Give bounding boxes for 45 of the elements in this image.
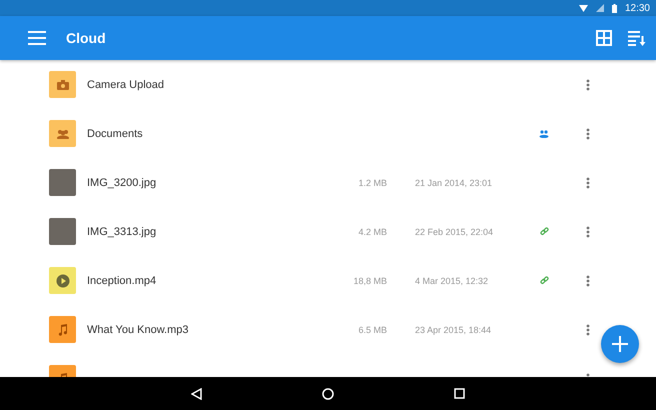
more-icon <box>586 274 590 286</box>
folder-icon <box>49 71 76 98</box>
plus-icon <box>612 336 628 352</box>
menu-button[interactable] <box>28 31 46 45</box>
more-icon <box>586 128 590 140</box>
video-icon <box>49 267 76 294</box>
wifi-icon <box>578 4 588 12</box>
file-size: 6.5 MB <box>357 324 387 334</box>
file-date: 22 Feb 2015, 22:04 <box>415 226 494 236</box>
more-icon <box>586 78 590 90</box>
file-row[interactable]: IMG_3200.jpg 1.2 MB 21 Jan 2014, 23:01 <box>0 158 656 207</box>
app-title: Cloud <box>66 30 107 46</box>
file-date: 21 Jan 2014, 23:01 <box>415 178 494 188</box>
home-button[interactable] <box>322 388 334 400</box>
grid-view-button[interactable] <box>596 30 612 46</box>
file-name: IMG_3200.jpg <box>87 176 158 188</box>
file-row[interactable]: IMG_3313.jpg 4.2 MB 22 Feb 2015, 22:04 <box>0 207 656 256</box>
file-name: Documents <box>87 128 144 140</box>
file-row[interactable]: Documents <box>0 109 656 158</box>
file-row[interactable]: Camera Upload <box>0 60 656 109</box>
more-icon <box>586 226 590 238</box>
file-name: Inception.mp4 <box>87 274 158 286</box>
file-name: What You Know.mp3 <box>87 324 190 336</box>
music-icon <box>49 316 76 343</box>
battery-icon <box>612 4 617 12</box>
file-row[interactable]: What You Know.mp3 6.5 MB 23 Apr 2015, 18:44 <box>0 305 656 354</box>
file-date: 4 Mar 2015, 12:32 <box>415 276 490 286</box>
folder-icon <box>49 120 76 147</box>
back-button[interactable] <box>191 388 202 400</box>
clock-time: 12:30 <box>624 2 650 14</box>
recents-button[interactable] <box>454 388 465 399</box>
more-icon <box>586 176 590 188</box>
file-date: 23 Apr 2015, 18:44 <box>415 324 492 334</box>
file-size: 18,8 MB <box>352 276 387 286</box>
photo-placeholder <box>49 218 76 245</box>
file-row[interactable]: Inception.mp4 18,8 MB 4 Mar 2015, 12:32 <box>0 256 656 305</box>
signal-icon <box>596 4 604 12</box>
add-button[interactable] <box>601 325 639 363</box>
more-icon <box>586 324 590 336</box>
file-name: IMG_3313.jpg <box>87 226 158 238</box>
photo-placeholder <box>49 169 76 196</box>
file-size: 1.2 MB <box>357 178 387 188</box>
file-size: 4.2 MB <box>357 226 387 236</box>
sort-button[interactable] <box>628 30 646 46</box>
file-name: Camera Upload <box>87 78 166 90</box>
